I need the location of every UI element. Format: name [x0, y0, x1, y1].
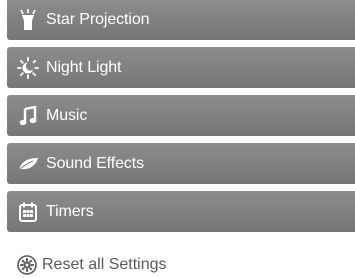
menu-item-star-projection[interactable]: Star Projection	[7, 0, 355, 40]
settings-menu: Star Projection Night Light Music Sound …	[7, 0, 355, 239]
reset-gear-icon	[17, 255, 37, 275]
menu-item-label: Star Projection	[46, 11, 150, 28]
leaf-icon	[17, 153, 39, 175]
menu-item-label: Sound Effects	[46, 154, 145, 172]
calendar-icon	[17, 201, 39, 223]
menu-item-sound-effects[interactable]: Sound Effects	[7, 143, 355, 184]
sun-moon-icon	[17, 56, 39, 79]
menu-item-night-light[interactable]: Night Light	[7, 47, 355, 88]
menu-item-timers[interactable]: Timers	[7, 191, 355, 232]
reset-all-settings-link[interactable]: Reset all Settings	[17, 255, 167, 275]
reset-all-settings-label: Reset all Settings	[42, 256, 167, 273]
menu-item-label: Music	[46, 106, 88, 124]
music-note-icon	[17, 105, 39, 127]
menu-item-music[interactable]: Music	[7, 95, 355, 136]
menu-item-label: Timers	[46, 202, 94, 220]
projector-icon	[17, 9, 39, 31]
menu-item-label: Night Light	[46, 58, 122, 76]
